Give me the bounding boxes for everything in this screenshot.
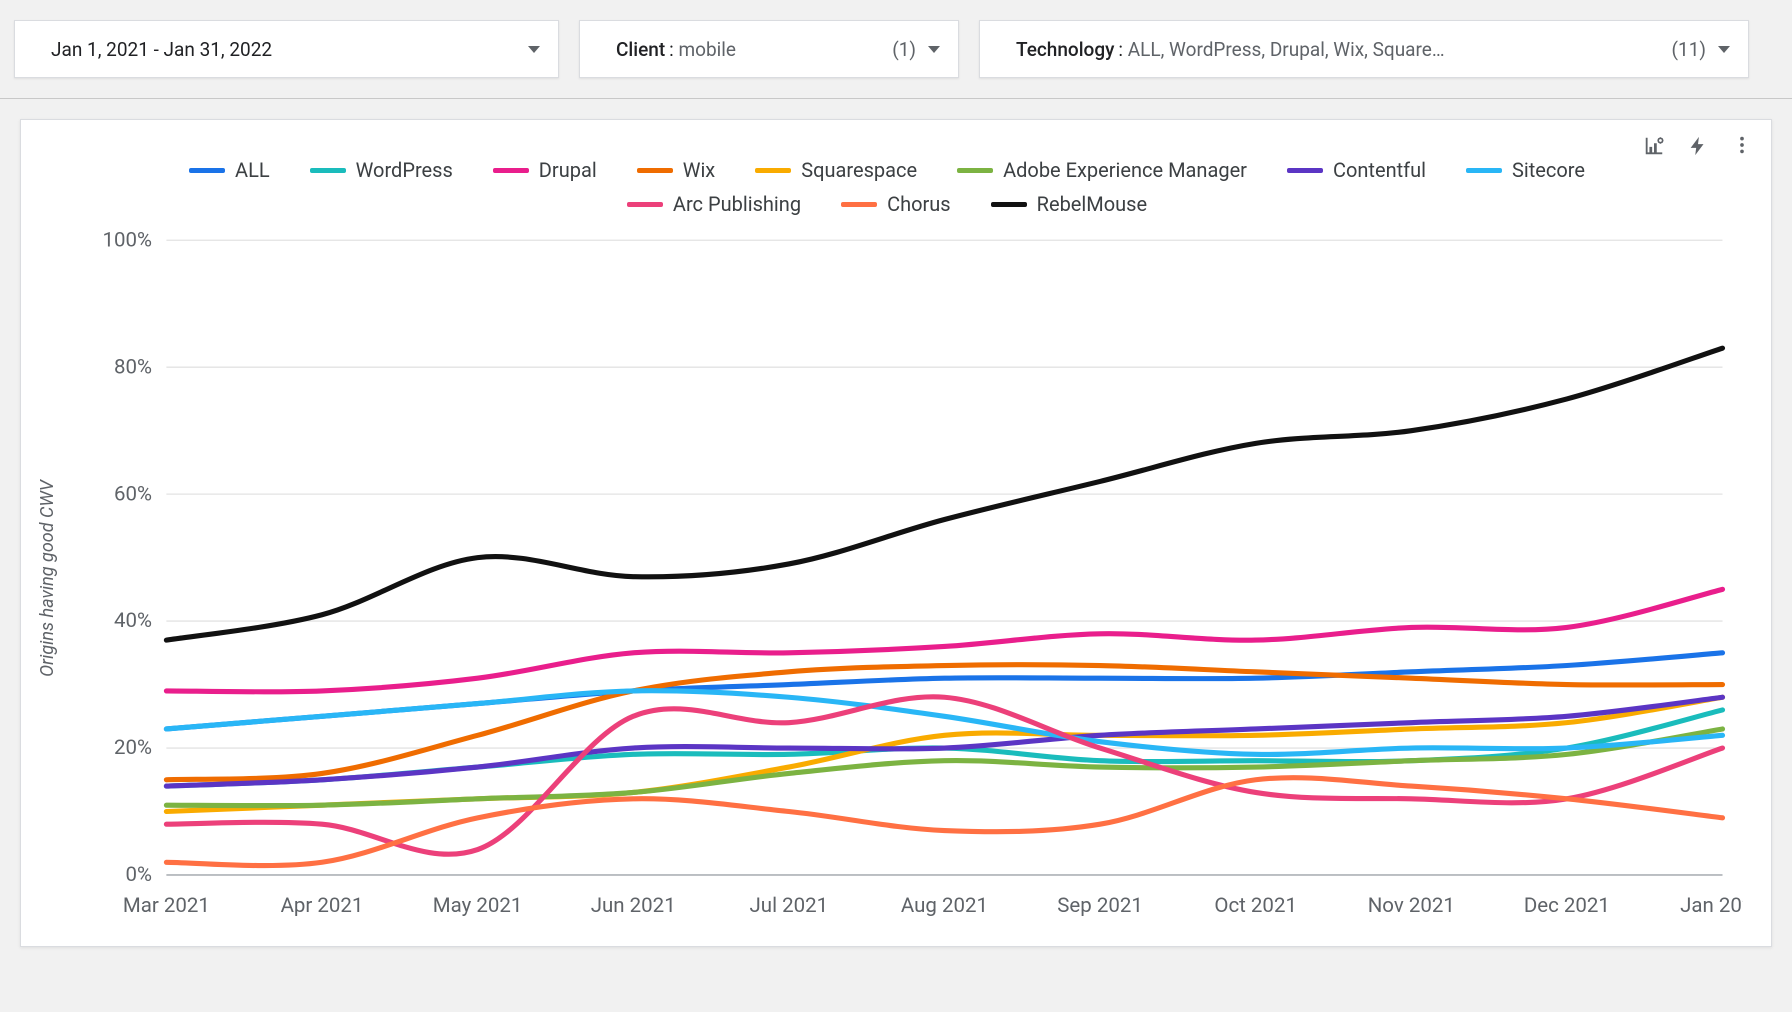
y-axis-title: Origins having good CWV bbox=[31, 480, 64, 677]
card-toolbar bbox=[1643, 134, 1753, 161]
svg-text:Jul 2021: Jul 2021 bbox=[750, 893, 829, 917]
legend-swatch bbox=[957, 168, 993, 173]
chart-card: ALL WordPress Drupal Wix Squarespace Adobe Ex… bbox=[20, 119, 1772, 947]
chevron-down-icon bbox=[1718, 46, 1730, 53]
legend-swatch bbox=[189, 168, 225, 173]
legend-swatch bbox=[493, 168, 529, 173]
date-range-filter[interactable]: Jan 1, 2021 - Jan 31, 2022 bbox=[14, 20, 559, 78]
chevron-down-icon bbox=[528, 46, 540, 53]
legend-label: Sitecore bbox=[1512, 158, 1585, 182]
technology-filter-count: (11) bbox=[1648, 38, 1706, 61]
technology-filter-label: Technology bbox=[1016, 38, 1114, 61]
legend-item[interactable]: Wix bbox=[637, 158, 716, 182]
svg-text:Oct 2021: Oct 2021 bbox=[1214, 893, 1297, 917]
svg-text:80%: 80% bbox=[114, 354, 152, 378]
legend-label: Wix bbox=[683, 158, 716, 182]
technology-filter-value: ALL, WordPress, Drupal, Wix, Square… bbox=[1128, 38, 1445, 61]
line-chart: 0% 20% 40% 60% 80% 100% Mar 2021 Apr 2021 May 20… bbox=[64, 230, 1743, 926]
chart-config-icon[interactable] bbox=[1643, 135, 1665, 161]
chart-legend: ALL WordPress Drupal Wix Squarespace Adobe Ex… bbox=[31, 130, 1743, 230]
more-options-icon[interactable] bbox=[1731, 134, 1753, 161]
legend-swatch bbox=[1287, 168, 1323, 173]
svg-text:40%: 40% bbox=[114, 608, 152, 632]
legend-item[interactable]: Drupal bbox=[493, 158, 597, 182]
legend-label: Squarespace bbox=[801, 158, 917, 182]
legend-item[interactable]: ALL bbox=[189, 158, 270, 182]
svg-text:Dec 2021: Dec 2021 bbox=[1524, 893, 1610, 917]
svg-text:60%: 60% bbox=[114, 481, 152, 505]
chevron-down-icon bbox=[928, 46, 940, 53]
svg-text:Jun 2021: Jun 2021 bbox=[591, 893, 676, 917]
legend-swatch bbox=[841, 202, 877, 207]
legend-swatch bbox=[755, 168, 791, 173]
svg-text:20%: 20% bbox=[114, 735, 152, 759]
legend-label: Arc Publishing bbox=[673, 192, 801, 216]
legend-item[interactable]: WordPress bbox=[310, 158, 453, 182]
legend-label: Adobe Experience Manager bbox=[1003, 158, 1247, 182]
client-filter-value: mobile bbox=[679, 38, 736, 61]
chart-plot: 0% 20% 40% 60% 80% 100% Mar 2021 Apr 2021 May 20… bbox=[64, 230, 1743, 926]
svg-text:Jan 2022: Jan 2022 bbox=[1680, 893, 1743, 917]
svg-text:Sep 2021: Sep 2021 bbox=[1057, 893, 1143, 917]
svg-text:Mar 2021: Mar 2021 bbox=[123, 893, 210, 917]
legend-item[interactable]: Adobe Experience Manager bbox=[957, 158, 1247, 182]
legend-item[interactable]: Chorus bbox=[841, 192, 951, 216]
filter-bar: Jan 1, 2021 - Jan 31, 2022 Client: mobil… bbox=[0, 0, 1792, 99]
legend-item[interactable]: Squarespace bbox=[755, 158, 917, 182]
legend-swatch bbox=[991, 202, 1027, 207]
legend-swatch bbox=[310, 168, 346, 173]
client-filter[interactable]: Client: mobile (1) bbox=[579, 20, 959, 78]
legend-item[interactable]: Contentful bbox=[1287, 158, 1426, 182]
svg-text:Apr 2021: Apr 2021 bbox=[281, 893, 364, 917]
date-range-value: Jan 1, 2021 - Jan 31, 2022 bbox=[51, 38, 272, 61]
legend-label: Chorus bbox=[887, 192, 951, 216]
legend-item[interactable]: Sitecore bbox=[1466, 158, 1585, 182]
legend-item[interactable]: Arc Publishing bbox=[627, 192, 801, 216]
svg-text:Aug 2021: Aug 2021 bbox=[901, 893, 988, 917]
legend-label: WordPress bbox=[356, 158, 453, 182]
legend-label: Drupal bbox=[539, 158, 597, 182]
svg-text:Nov 2021: Nov 2021 bbox=[1368, 893, 1455, 917]
svg-text:May 2021: May 2021 bbox=[433, 893, 523, 917]
legend-swatch bbox=[637, 168, 673, 173]
client-filter-label: Client bbox=[616, 38, 665, 61]
legend-item[interactable]: RebelMouse bbox=[991, 192, 1147, 216]
technology-filter[interactable]: Technology: ALL, WordPress, Drupal, Wix,… bbox=[979, 20, 1749, 78]
svg-text:0%: 0% bbox=[126, 862, 153, 886]
client-filter-count: (1) bbox=[868, 38, 916, 61]
legend-swatch bbox=[1466, 168, 1502, 173]
legend-label: RebelMouse bbox=[1037, 192, 1147, 216]
legend-swatch bbox=[627, 202, 663, 207]
legend-label: ALL bbox=[235, 158, 270, 182]
svg-text:100%: 100% bbox=[103, 230, 153, 251]
legend-label: Contentful bbox=[1333, 158, 1426, 182]
lightning-icon[interactable] bbox=[1687, 135, 1709, 161]
